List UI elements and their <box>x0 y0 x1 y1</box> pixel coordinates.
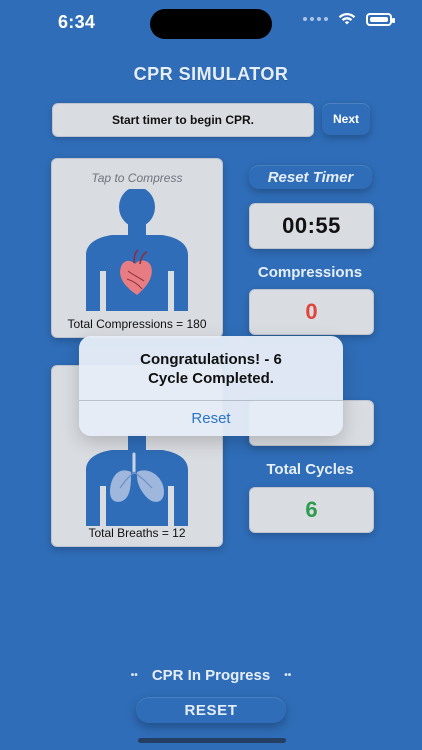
total-cycles-heading: Total Cycles <box>266 461 354 478</box>
congrats-alert: Congratulations! - 6 Cycle Completed. Re… <box>79 336 343 436</box>
cpr-progress-text: CPR In Progress <box>151 667 271 684</box>
total-cycles-value: 6 <box>305 497 318 522</box>
alert-line-1: Congratulations! - 6 <box>140 351 282 368</box>
status-time: 6:34 <box>58 12 96 32</box>
signal-icon <box>303 17 328 21</box>
reset-button-label: RESET <box>184 701 238 719</box>
battery-icon <box>366 12 395 26</box>
alert-reset-label: Reset <box>191 409 231 427</box>
timer-value: 00:55 <box>282 213 341 238</box>
wifi-icon <box>338 12 356 26</box>
cpr-progress-status: •• CPR In Progress •• <box>0 667 422 684</box>
reset-timer-label: Reset Timer <box>267 168 354 186</box>
reset-button[interactable]: RESET <box>136 697 286 723</box>
total-cycles-value-box: 6 <box>249 487 374 533</box>
compressions-value: 0 <box>305 299 318 324</box>
progress-right-icon: •• <box>284 670 292 681</box>
timer-display: 00:55 <box>249 203 374 249</box>
alert-reset-button[interactable]: Reset <box>79 400 343 436</box>
alert-message: Congratulations! - 6 Cycle Completed. <box>79 350 343 388</box>
status-bar: 6:34 <box>0 0 422 48</box>
alert-line-2: Cycle Completed. <box>148 370 274 387</box>
progress-left-icon: •• <box>130 670 138 681</box>
next-button-label: Next <box>332 112 359 126</box>
compress-panel[interactable]: Tap to Compress Total Compressions = 180 <box>51 158 223 338</box>
dynamic-island <box>150 9 272 39</box>
home-indicator <box>138 738 286 743</box>
total-compressions-label: Total Compressions = 180 <box>67 317 207 331</box>
instruction-box: Start timer to begin CPR. <box>52 103 314 137</box>
app-title: CPR SIMULATOR <box>133 64 289 84</box>
next-button[interactable]: Next <box>322 103 370 135</box>
tap-to-compress-label: Tap to Compress <box>91 171 183 185</box>
status-icons <box>303 12 395 26</box>
reset-timer-button[interactable]: Reset Timer <box>249 165 372 189</box>
compressions-heading: Compressions <box>257 264 363 281</box>
compressions-value-box: 0 <box>249 289 374 335</box>
total-breaths-label: Total Breaths = 12 <box>88 526 186 540</box>
torso-lungs-figure <box>78 426 196 531</box>
torso-heart-figure <box>78 187 196 316</box>
instruction-text: Start timer to begin CPR. <box>111 113 254 127</box>
